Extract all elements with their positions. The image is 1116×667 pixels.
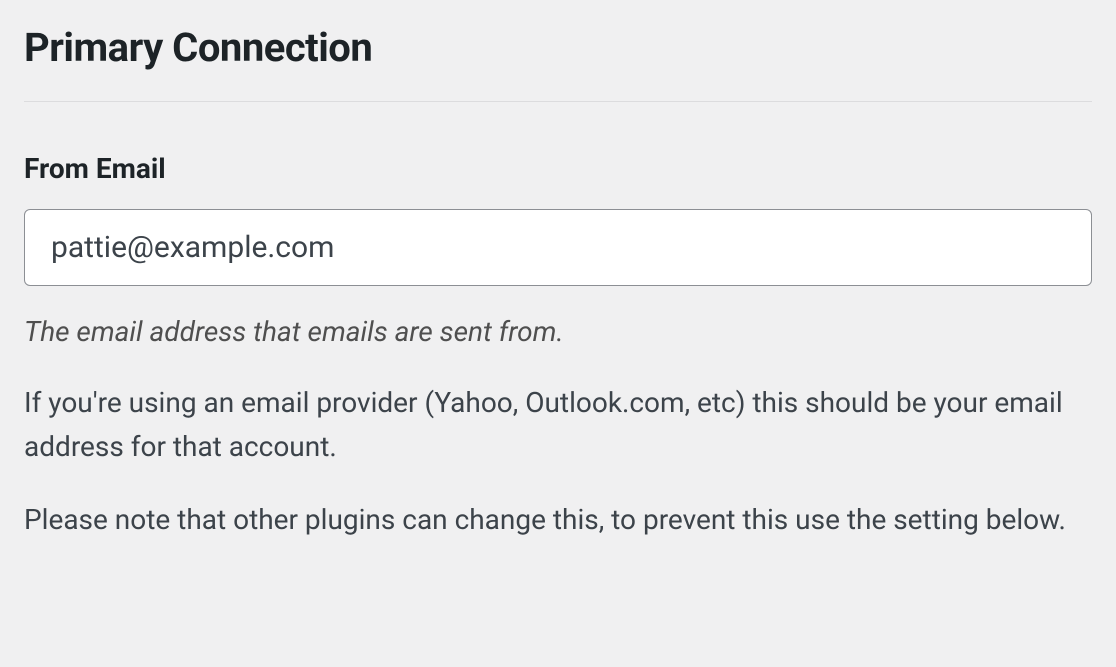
from-email-help-2: Please note that other plugins can chang…	[24, 498, 1092, 541]
from-email-label: From Email	[24, 152, 1092, 185]
from-email-input[interactable]	[24, 209, 1092, 286]
from-email-help-italic: The email address that emails are sent f…	[24, 312, 1092, 351]
section-divider	[24, 101, 1092, 102]
section-heading: Primary Connection	[24, 24, 1092, 71]
from-email-help-1: If you're using an email provider (Yahoo…	[24, 381, 1092, 468]
